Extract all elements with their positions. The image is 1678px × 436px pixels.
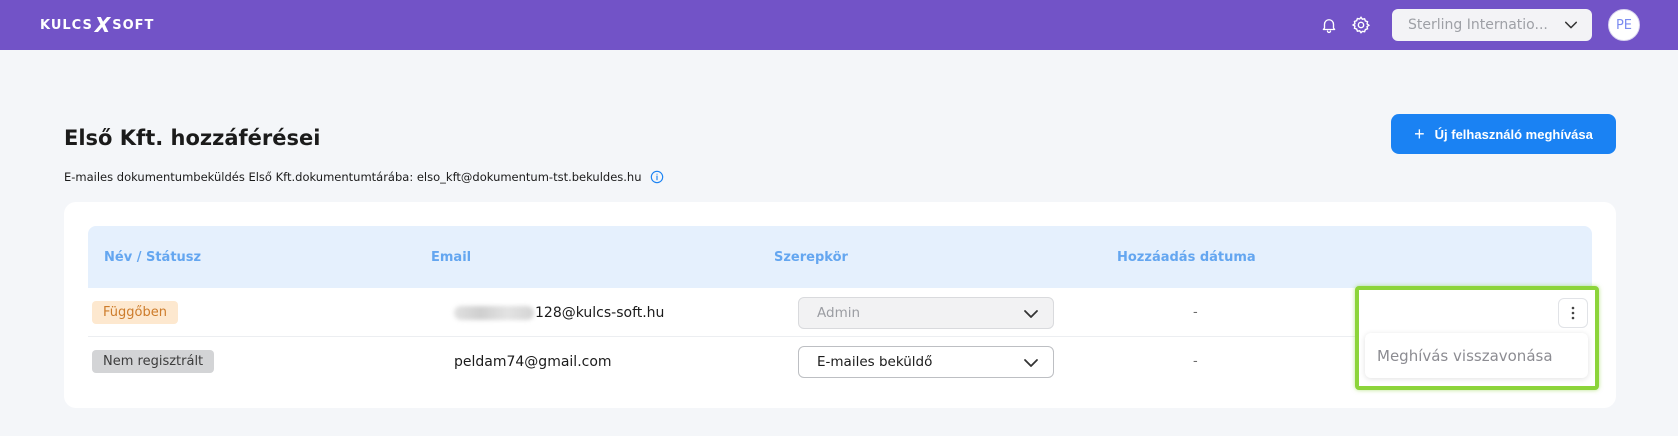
chevron-down-icon [1024,310,1038,318]
email-cell: 128@kulcs-soft.hu [454,288,664,337]
date-added-cell: - [1193,305,1198,320]
kulcs-soft-logo[interactable]: KULCS X SOFT [40,13,155,37]
user-avatar[interactable]: PE [1608,9,1640,41]
email-upload-info: E-mailes dokumentumbeküldés Első Kft.dok… [64,170,664,184]
plus-icon: + [1414,124,1425,144]
gear-icon[interactable] [1351,15,1371,35]
page-title: Első Kft. hozzáférései [64,126,321,150]
chevron-down-icon [1024,359,1038,367]
date-added-cell: - [1193,354,1198,369]
kebab-menu-icon [1571,306,1575,320]
company-selector[interactable]: Sterling Internatio... [1392,9,1592,41]
column-header-role[interactable]: Szerepkör [774,226,848,288]
status-badge: Függőben [92,301,178,324]
bell-icon[interactable] [1320,16,1338,34]
logo-text-left: KULCS [40,17,93,33]
redacted-email-part [454,305,534,320]
column-header-date-added[interactable]: Hozzáadás dátuma [1117,226,1256,288]
info-icon[interactable] [650,170,664,184]
table-header: Név / Státusz Email Szerepkör Hozzáadás … [88,226,1592,288]
status-badge: Nem regisztrált [92,350,215,373]
row-actions-button[interactable] [1558,298,1588,328]
email-upload-text: E-mailes dokumentumbeküldés Első Kft.dok… [64,170,642,184]
role-select-value: Admin [817,305,861,321]
invite-user-label: Új felhasználó meghívása [1434,126,1593,142]
email-text: 128@kulcs-soft.hu [535,304,665,321]
email-text: peldam74@gmail.com [454,353,612,370]
revoke-invitation-menu-item[interactable]: Meghívás visszavonása [1365,333,1588,378]
role-select[interactable]: Admin [798,297,1054,329]
top-bar: KULCS X SOFT Sterling Internatio... PE [0,0,1678,50]
role-select-value: E-mailes beküldő [817,354,933,370]
column-header-name-status[interactable]: Név / Státusz [104,226,201,288]
chevron-down-icon [1564,21,1578,29]
invite-user-button[interactable]: + Új felhasználó meghívása [1391,114,1616,154]
logo-x-mark: X [94,13,111,37]
column-header-email[interactable]: Email [431,226,471,288]
role-select[interactable]: E-mailes beküldő [798,346,1054,378]
company-selector-label: Sterling Internatio... [1408,17,1548,33]
email-cell: peldam74@gmail.com [454,337,612,386]
logo-text-right: SOFT [112,17,155,33]
